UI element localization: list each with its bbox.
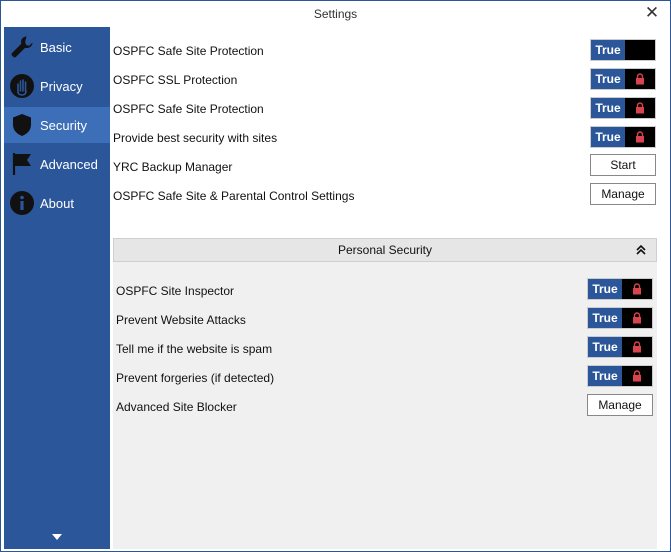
row-label: Prevent Website Attacks <box>116 313 246 327</box>
lock-icon <box>625 127 655 147</box>
row-label: OSPFC Safe Site & Parental Control Setti… <box>113 189 355 203</box>
lock-icon <box>622 279 652 299</box>
settings-content: OSPFC Safe Site Protection True OSPFC SS… <box>110 27 666 549</box>
lock-icon <box>622 337 652 357</box>
toggle-value: True <box>591 40 625 60</box>
toggle-prevent-forgeries[interactable]: True <box>587 365 653 387</box>
sidebar-item-label: About <box>40 195 74 211</box>
sidebar-item-advanced[interactable]: Advanced <box>4 146 110 182</box>
row-label: Tell me if the website is spam <box>116 342 273 356</box>
wrench-icon <box>8 33 36 61</box>
row-label: YRC Backup Manager <box>113 160 233 174</box>
lock-icon <box>622 366 652 386</box>
sidebar-item-label: Advanced <box>40 156 98 172</box>
chevron-down-icon <box>52 534 62 540</box>
row-label: OSPFC SSL Protection <box>113 73 238 87</box>
close-icon: ✕ <box>644 3 660 22</box>
toggle-value: True <box>588 308 622 328</box>
row-label: OSPFC Safe Site Protection <box>113 102 264 116</box>
sidebar-item-privacy[interactable]: Privacy <box>4 68 110 104</box>
toggle-value: True <box>591 127 625 147</box>
toggle-value: True <box>591 69 625 89</box>
row-label: Provide best security with sites <box>113 131 278 145</box>
toggle-ospfc-safe-site[interactable]: True <box>590 39 656 61</box>
row-label: Advanced Site Blocker <box>116 400 237 414</box>
sidebar-item-basic[interactable]: Basic <box>4 29 110 65</box>
toggle-spam-check[interactable]: True <box>587 336 653 358</box>
window-title: Settings <box>313 7 358 21</box>
sidebar: Basic Privacy Security Advanced About <box>4 27 110 549</box>
hand-stop-icon <box>8 72 36 100</box>
toggle-ospfc-ssl[interactable]: True <box>590 68 656 90</box>
toggle-value: True <box>588 337 622 357</box>
lock-icon <box>625 98 655 118</box>
sidebar-item-security[interactable]: Security <box>4 107 110 143</box>
start-button[interactable]: Start <box>590 154 656 176</box>
lock-icon <box>622 308 652 328</box>
row-label: Prevent forgeries (if detected) <box>116 371 275 385</box>
sidebar-item-label: Basic <box>40 39 72 55</box>
sidebar-item-about[interactable]: About <box>4 185 110 221</box>
section-header[interactable]: Personal Security <box>113 238 657 262</box>
toggle-ospfc-safe-site-2[interactable]: True <box>590 97 656 119</box>
sidebar-item-label: Security <box>40 117 87 133</box>
lock-icon <box>625 69 655 89</box>
manage-site-blocker-button[interactable]: Manage <box>587 394 653 416</box>
sidebar-item-label: Privacy <box>40 78 83 94</box>
manage-parental-button[interactable]: Manage <box>590 183 656 205</box>
sidebar-scroll-down[interactable] <box>50 531 64 541</box>
row-label: OSPFC Site Inspector <box>116 284 235 298</box>
row-label: OSPFC Safe Site Protection <box>113 44 264 58</box>
toggle-best-security[interactable]: True <box>590 126 656 148</box>
toggle-value: True <box>588 366 622 386</box>
toggle-website-attacks[interactable]: True <box>587 307 653 329</box>
toggle-site-inspector[interactable]: True <box>587 278 653 300</box>
settings-window: Settings ✕ Basic Privacy Security Advanc… <box>0 0 671 552</box>
shield-icon <box>8 111 36 139</box>
flag-icon <box>8 150 36 178</box>
info-icon <box>8 189 36 217</box>
toggle-value: True <box>591 98 625 118</box>
section-title: Personal Security <box>337 243 433 257</box>
personal-security-section: Personal Security OSPFC Site Inspector T… <box>113 238 657 549</box>
toggle-value: True <box>588 279 622 299</box>
title-bar: Settings ✕ <box>1 1 670 27</box>
chevron-double-up-icon <box>636 245 646 255</box>
close-button[interactable]: ✕ <box>642 3 662 23</box>
